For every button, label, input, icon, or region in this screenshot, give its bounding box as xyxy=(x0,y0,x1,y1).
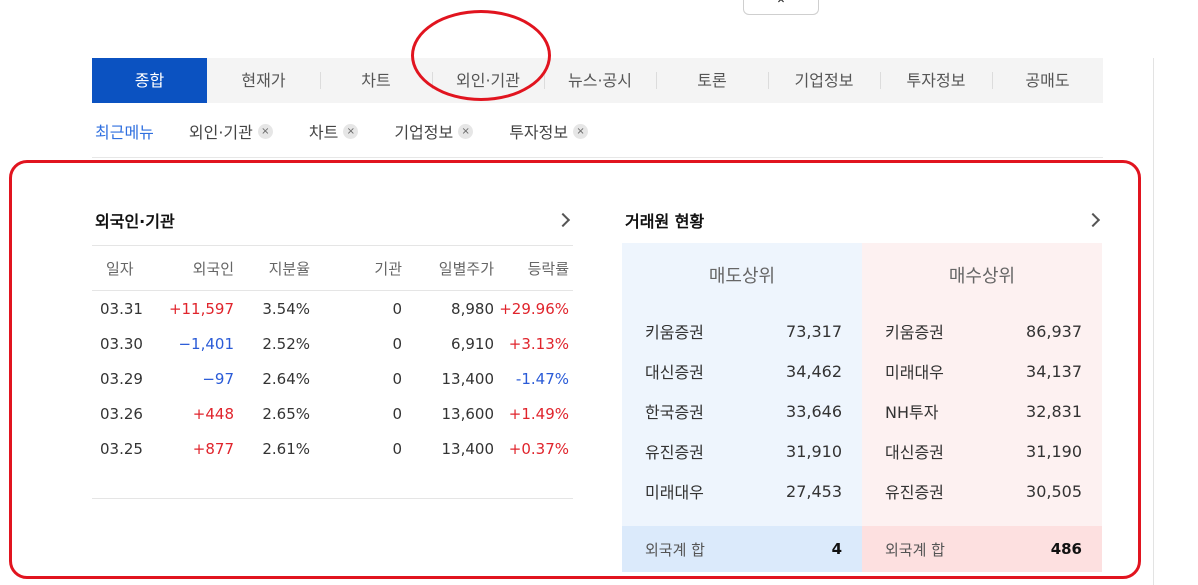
recent-item-foreign[interactable]: 외인·기관 × xyxy=(189,119,273,143)
close-icon[interactable]: × xyxy=(257,123,273,139)
recent-item-label[interactable]: 투자정보 xyxy=(509,119,568,143)
close-icon[interactable]: × xyxy=(458,123,474,139)
tab-short-selling[interactable]: 공매도 xyxy=(992,58,1103,103)
recent-menu: 최근메뉴 외인·기관 × 차트 × 기업정보 × 투자정보 × xyxy=(95,118,624,144)
tab-current-price[interactable]: 현재가 xyxy=(207,58,320,103)
tab-overview[interactable]: 종합 xyxy=(92,58,207,103)
recent-item-invest[interactable]: 투자정보 × xyxy=(509,119,589,143)
close-icon[interactable]: × xyxy=(573,123,589,139)
tab-investment-info[interactable]: 투자정보 xyxy=(880,58,992,103)
recent-item-chart[interactable]: 차트 × xyxy=(309,119,359,143)
recent-item-label[interactable]: 차트 xyxy=(309,119,338,143)
collapse-toggle-button[interactable]: ⌃ xyxy=(743,0,819,15)
divider xyxy=(1153,58,1154,585)
tab-company-info[interactable]: 기업정보 xyxy=(768,58,880,103)
tab-news-disclosure[interactable]: 뉴스·공시 xyxy=(544,58,656,103)
stock-tab-bar: 종합 현재가 차트 외인·기관 뉴스·공시 토론 기업정보 투자정보 공매도 xyxy=(92,58,1103,103)
recent-item-label[interactable]: 외인·기관 xyxy=(189,119,253,143)
annotation-rectangle xyxy=(9,160,1141,579)
recent-item-company[interactable]: 기업정보 × xyxy=(394,119,474,143)
chevron-up-icon: ⌃ xyxy=(775,0,787,13)
annotation-oval xyxy=(411,10,551,101)
close-icon[interactable]: × xyxy=(343,123,359,139)
divider xyxy=(92,157,1103,158)
tab-discussion[interactable]: 토론 xyxy=(656,58,768,103)
recent-item-label[interactable]: 기업정보 xyxy=(394,119,453,143)
recent-menu-label: 최근메뉴 xyxy=(95,123,154,142)
